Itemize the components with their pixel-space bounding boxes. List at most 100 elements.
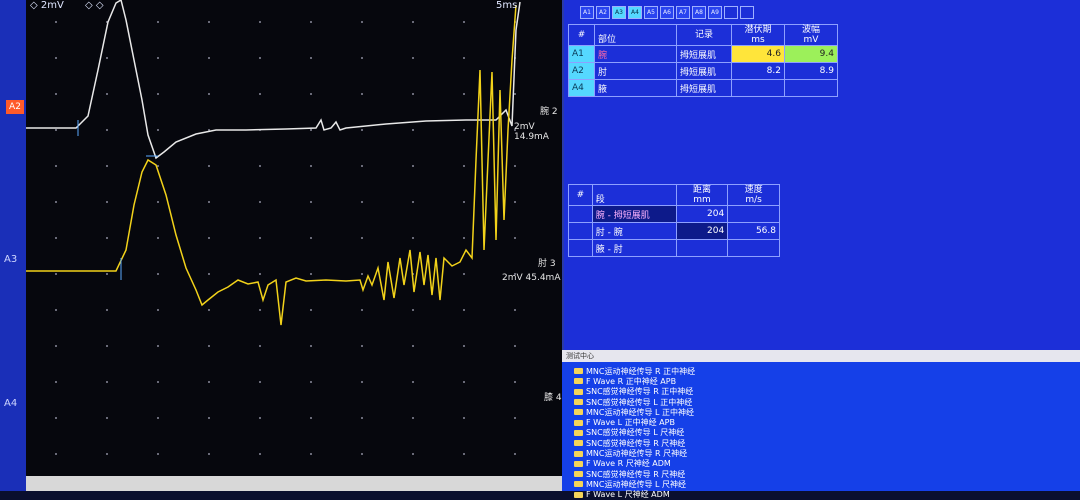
waveform-tab[interactable]: A9 bbox=[708, 6, 722, 19]
grid-dot bbox=[463, 165, 465, 167]
grid-dot bbox=[106, 453, 108, 455]
tree-item[interactable]: SNC感觉神经传导 R 尺神经 bbox=[574, 469, 695, 479]
waveform-tab[interactable] bbox=[740, 6, 754, 19]
latency-row-latency[interactable] bbox=[731, 79, 785, 97]
grid-dot bbox=[259, 93, 261, 95]
grid-dot bbox=[310, 21, 312, 23]
tree-item[interactable]: MNC运动神经传导 L 尺神经 bbox=[574, 479, 695, 489]
grid-dot bbox=[106, 309, 108, 311]
velocity-col-speed-unit: m/s bbox=[745, 195, 762, 205]
velocity-col-speed-label: 速度 bbox=[744, 185, 763, 195]
waveform-tab[interactable] bbox=[724, 6, 738, 19]
velocity-row-distance[interactable] bbox=[675, 239, 729, 257]
tree-item[interactable]: SNC感觉神经传导 L 尺神经 bbox=[574, 428, 695, 438]
waveform-tab[interactable]: A8 bbox=[692, 6, 706, 19]
folder-icon bbox=[574, 429, 583, 436]
marker-icon: ◇ ◇ bbox=[85, 0, 104, 11]
grid-dot bbox=[55, 21, 57, 23]
waveform-tab[interactable]: A7 bbox=[676, 6, 690, 19]
grid-dot bbox=[463, 345, 465, 347]
tree-item[interactable]: SNC感觉神经传导 L 正中神经 bbox=[574, 397, 695, 407]
waveform-tab[interactable]: A5 bbox=[644, 6, 658, 19]
grid-dot bbox=[412, 165, 414, 167]
latency-row-amp[interactable] bbox=[784, 79, 838, 97]
waveform-tabs: A1 A2 A3 A4 A5 A6 A7 A8 A9 bbox=[580, 6, 754, 19]
latency-table: # 部位 记录 潜伏期 ms 波幅 mV A1 腕 拇短展肌 4.6 9.4 A… bbox=[568, 24, 838, 97]
grid-dot bbox=[463, 93, 465, 95]
tree-item[interactable]: F Wave R 尺神经 ADM bbox=[574, 459, 695, 469]
velocity-row-speed[interactable] bbox=[727, 205, 780, 223]
waveform-tab[interactable]: A3 bbox=[612, 6, 626, 19]
grid-dot bbox=[361, 309, 363, 311]
grid-dot bbox=[55, 165, 57, 167]
grid-dot bbox=[514, 453, 516, 455]
grid-dot bbox=[55, 129, 57, 131]
grid-dot bbox=[514, 201, 516, 203]
grid-dot bbox=[208, 273, 210, 275]
grid-dot bbox=[412, 93, 414, 95]
grid-dot bbox=[412, 237, 414, 239]
latency-row[interactable]: A1 腕 拇短展肌 4.6 9.4 bbox=[568, 45, 838, 63]
waveform-tab[interactable]: A2 bbox=[596, 6, 610, 19]
latency-row-amp[interactable]: 8.9 bbox=[784, 62, 838, 80]
latency-row[interactable]: A4 腋 拇短展肌 bbox=[568, 79, 838, 97]
grid-dot bbox=[463, 309, 465, 311]
velocity-row-distance[interactable]: 204 bbox=[675, 205, 729, 223]
grid-dot bbox=[55, 57, 57, 59]
tree-item[interactable]: F Wave L 正中神经 APB bbox=[574, 417, 695, 427]
grid-dot bbox=[208, 237, 210, 239]
velocity-row[interactable]: 肘 - 腕 204 56.8 bbox=[568, 222, 780, 240]
folder-icon bbox=[574, 388, 583, 395]
grid-dot bbox=[310, 417, 312, 419]
channel-badge-a2[interactable]: A2 bbox=[6, 100, 24, 114]
grid-dot bbox=[157, 273, 159, 275]
velocity-row[interactable]: 腕 - 拇短展肌 204 bbox=[568, 205, 780, 223]
grid-dot bbox=[412, 129, 414, 131]
grid-dot bbox=[310, 129, 312, 131]
grid-dot bbox=[310, 237, 312, 239]
waveform-tab[interactable]: A4 bbox=[628, 6, 642, 19]
grid-dot bbox=[361, 417, 363, 419]
grid-dot bbox=[157, 201, 159, 203]
grid-dot bbox=[106, 381, 108, 383]
cursor-markers[interactable] bbox=[77, 120, 158, 280]
grid-dot bbox=[361, 453, 363, 455]
grid-dot bbox=[463, 201, 465, 203]
latency-row-amp[interactable]: 9.4 bbox=[784, 45, 838, 63]
folder-icon bbox=[574, 378, 583, 385]
velocity-row-distance[interactable]: 204 bbox=[675, 222, 729, 240]
latency-row-site: 肘 bbox=[593, 62, 678, 80]
grid-dot bbox=[361, 201, 363, 203]
velocity-row[interactable]: 腋 - 肘 bbox=[568, 239, 780, 257]
velocity-row-speed[interactable] bbox=[727, 239, 780, 257]
waveform-plot[interactable]: ◇ 2mV ◇ ◇ 5ms 腕 2 2mV 14.9mA 肘 3 2mV 45.… bbox=[26, 0, 564, 476]
velocity-col-speed: 速度 m/s bbox=[727, 184, 780, 206]
bottom-toolbar[interactable] bbox=[26, 476, 566, 491]
tree-item[interactable]: MNC运动神经传导 R 尺神经 bbox=[574, 448, 695, 458]
grid-dot bbox=[463, 21, 465, 23]
grid-dot bbox=[412, 417, 414, 419]
tree-item[interactable]: MNC运动神经传导 R 正中神经 bbox=[574, 366, 695, 376]
tree-item[interactable]: F Wave L 尺神经 ADM bbox=[574, 490, 695, 500]
velocity-row-speed[interactable]: 56.8 bbox=[727, 222, 780, 240]
latency-col-record: 记录 bbox=[675, 24, 733, 46]
tree-item[interactable]: SNC感觉神经传导 R 正中神经 bbox=[574, 387, 695, 397]
velocity-row-index bbox=[568, 239, 593, 257]
grid-dot bbox=[157, 93, 159, 95]
grid-dot bbox=[55, 201, 57, 203]
latency-col-amp: 波幅 mV bbox=[784, 24, 838, 46]
grid-dot bbox=[106, 345, 108, 347]
tree-item[interactable]: SNC感觉神经传导 R 尺神经 bbox=[574, 438, 695, 448]
trace-ch2-scale: 2mV 14.9mA bbox=[514, 122, 549, 142]
tree-item[interactable]: F Wave R 正中神经 APB bbox=[574, 376, 695, 386]
grid-dot bbox=[514, 237, 516, 239]
waveform-tab[interactable]: A6 bbox=[660, 6, 674, 19]
latency-row-latency[interactable]: 4.6 bbox=[731, 45, 785, 63]
latency-row[interactable]: A2 肘 拇短展肌 8.2 8.9 bbox=[568, 62, 838, 80]
latency-row-latency[interactable]: 8.2 bbox=[731, 62, 785, 80]
grid-dot bbox=[463, 381, 465, 383]
folder-icon bbox=[574, 409, 583, 416]
waveform-tab[interactable]: A1 bbox=[580, 6, 594, 19]
grid-dot bbox=[208, 165, 210, 167]
tree-item[interactable]: MNC运动神经传导 L 正中神经 bbox=[574, 407, 695, 417]
